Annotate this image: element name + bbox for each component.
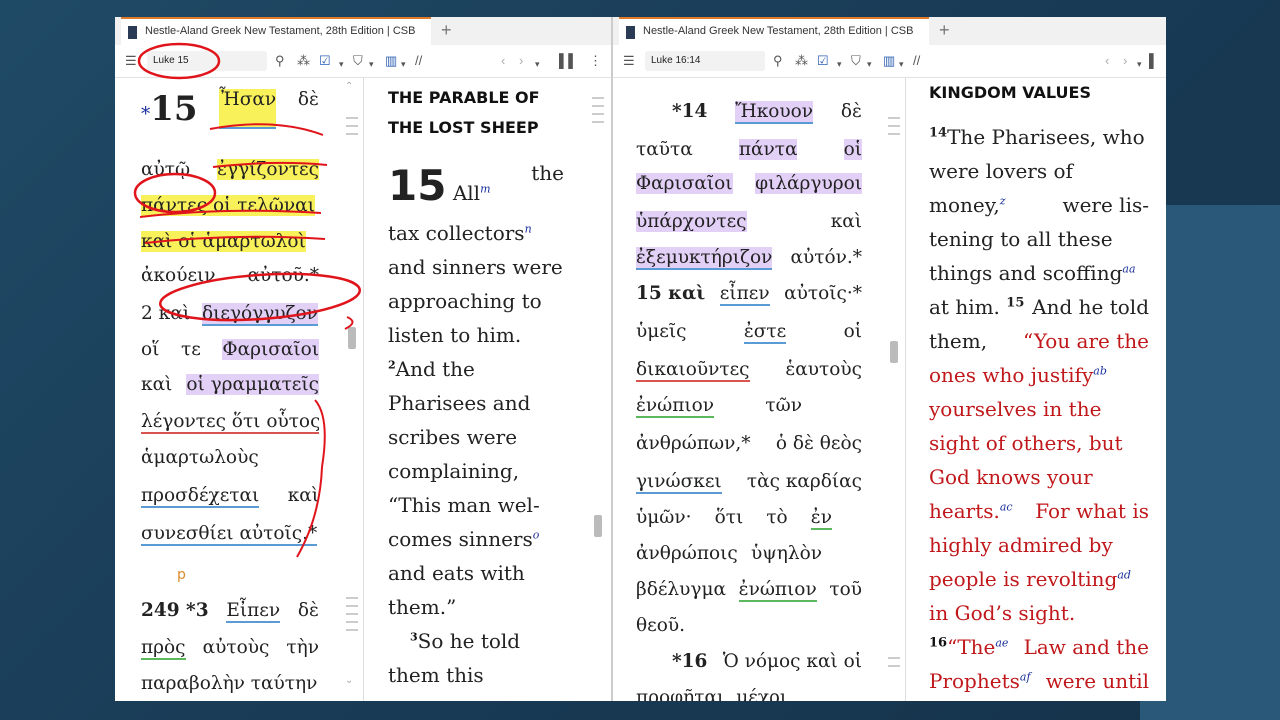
greek-column-right: *14 Ἤκουον δὲ ταῦτα πάντα οἱ Φαρισαῖοι φιλάργ… (636, 77, 862, 701)
jesus-words: people is revoltingad (929, 567, 1131, 591)
greek-word[interactable]: θεοῦ. (636, 615, 685, 636)
chevron-down-icon[interactable]: ▾ (867, 56, 872, 72)
jesus-words: 16“Theae (929, 635, 1009, 659)
verse-line: at him. 15 (929, 295, 1025, 319)
greek-word[interactable]: εἶπεν (719, 283, 770, 306)
verse-line: tening to all these (929, 227, 1113, 251)
verse-number: 15 καὶ (636, 283, 706, 304)
chevron-down-icon[interactable]: ▾ (837, 56, 842, 72)
ink-annotations (133, 42, 362, 558)
greek-word[interactable]: ἐνώπιον (738, 579, 817, 602)
panel-icon[interactable]: ▌ (1149, 53, 1158, 69)
people-icon[interactable]: ⁂ (795, 53, 808, 69)
greek-word[interactable]: καὶ (831, 211, 862, 232)
greek-word[interactable]: ὑμεῖς (636, 321, 686, 344)
left-panel: Nestle-Aland Greek New Testament, 28th E… (115, 17, 613, 701)
greek-word[interactable]: πάντα (738, 139, 798, 160)
book-icon (626, 26, 635, 39)
verse-line: them, (929, 329, 988, 353)
greek-word[interactable]: ὑμῶν· (636, 507, 691, 530)
tab-bar: Nestle-Aland Greek New Testament, 28th E… (613, 17, 1166, 45)
greek-phrase[interactable]: Ὁ νόμος καὶ οἱ (723, 651, 862, 672)
tab-right[interactable]: Nestle-Aland Greek New Testament, 28th E… (619, 17, 929, 45)
greek-word[interactable]: ἑαυτοὺς (785, 359, 862, 382)
greek-word[interactable]: οἱ (844, 321, 862, 344)
greek-word[interactable]: ὅτι (715, 507, 744, 530)
reference-input[interactable]: Luke 16:14 (645, 51, 765, 71)
jesus-words: God knows your (929, 465, 1093, 489)
greek-phrase[interactable]: τὰς καρδίας (747, 471, 862, 494)
jesus-words: sight of others, but (929, 431, 1123, 455)
jesus-words: For what is (1035, 499, 1149, 523)
verse-number: *14 (672, 101, 708, 122)
verse-line: And he told (1032, 295, 1149, 319)
greek-word[interactable]: φιλάργυροι (755, 173, 862, 194)
greek-word[interactable]: Ἤκουον (735, 101, 814, 124)
greek-word[interactable]: ὑψηλὸν (751, 543, 822, 564)
greek-word[interactable]: ἀνθρώποις (636, 543, 738, 564)
jesus-words: Law and the (1023, 635, 1149, 659)
jesus-words: highly admired by (929, 533, 1113, 557)
section-heading: KINGDOM VALUES (929, 83, 1091, 102)
jesus-words: yourselves in the (929, 397, 1102, 421)
greek-word[interactable]: ἐνώπιον (636, 395, 715, 418)
greek-word[interactable]: δικαιοῦντες (636, 359, 750, 382)
greek-word[interactable]: αὐτόν.* (791, 247, 863, 270)
greek-word[interactable]: γινώσκει (636, 471, 722, 494)
jesus-words: were until (1045, 669, 1149, 693)
greek-word[interactable]: ὑπάρχοντες (636, 211, 747, 232)
verse-line: were lis- (1062, 193, 1149, 217)
greek-word[interactable]: τοῦ (829, 579, 862, 602)
jesus-words: Prophetsaf (929, 669, 1031, 693)
greek-word[interactable]: τῶν (765, 395, 802, 418)
toolbar: ☰ Luke 16:14 ⚲ ⁂ ☑ ▾ ⛉ ▾ ▥ ▾ // ‹ › ▾ ▌ (613, 45, 1166, 78)
greek-word[interactable]: ἐστε (743, 321, 787, 344)
forward-icon[interactable]: › (1123, 53, 1127, 69)
chevron-down-icon[interactable]: ▾ (1137, 56, 1142, 72)
greek-word[interactable]: δὲ (841, 101, 862, 124)
greek-word[interactable]: ἐξεμυκτήριζον (636, 247, 773, 270)
greek-word[interactable]: ἐν (810, 507, 832, 530)
verse-number: *16 (672, 651, 708, 672)
verse-line: money,z (929, 193, 1006, 217)
filter-icon[interactable]: ⛉ (851, 53, 861, 69)
greek-word[interactable]: μέχρι (736, 687, 787, 701)
parallel-icon[interactable]: // (913, 53, 920, 69)
new-tab-plus-icon[interactable]: + (939, 20, 950, 41)
app-window: Nestle-Aland Greek New Testament, 28th E… (115, 17, 1166, 701)
greek-word[interactable]: αὐτοῖς·* (784, 283, 862, 306)
greek-word[interactable]: τὸ (766, 507, 787, 530)
search-icon[interactable]: ⚲ (773, 53, 783, 69)
verse-line: things and scoffingaa (929, 261, 1136, 285)
tab-title: Nestle-Aland Greek New Testament, 28th E… (643, 25, 914, 37)
greek-word[interactable]: προφῆται (636, 687, 724, 701)
menu-icon[interactable]: ☰ (623, 53, 635, 69)
verse-line: were lovers of (929, 159, 1073, 183)
jesus-words: “You are the (1023, 329, 1149, 353)
greek-word[interactable]: βδέλυγμα (636, 579, 726, 602)
back-icon[interactable]: ‹ (1105, 53, 1109, 69)
greek-word[interactable]: ἀνθρώπων,* (636, 433, 750, 454)
right-panel: Nestle-Aland Greek New Testament, 28th E… (613, 17, 1166, 701)
jesus-words: ones who justifyab (929, 363, 1107, 387)
chevron-down-icon[interactable]: ▾ (899, 56, 904, 72)
checkbox-icon[interactable]: ☑ (817, 53, 829, 69)
greek-word[interactable]: οἱ (843, 139, 862, 160)
greek-word[interactable]: ταῦτα (636, 139, 693, 160)
greek-scrollbar[interactable] (885, 77, 903, 701)
jesus-words: hearts.ac (929, 499, 1013, 523)
jesus-words: in God’s sight. (929, 601, 1076, 625)
english-column-right: KINGDOM VALUES 14The Pharisees, who were… (929, 77, 1149, 701)
verse-line: 14The Pharisees, who (929, 125, 1145, 149)
greek-word[interactable]: Φαρισαῖοι (636, 173, 733, 194)
columns-icon[interactable]: ▥ (883, 53, 895, 69)
greek-phrase[interactable]: ὁ δὲ θεὸς (776, 433, 862, 454)
